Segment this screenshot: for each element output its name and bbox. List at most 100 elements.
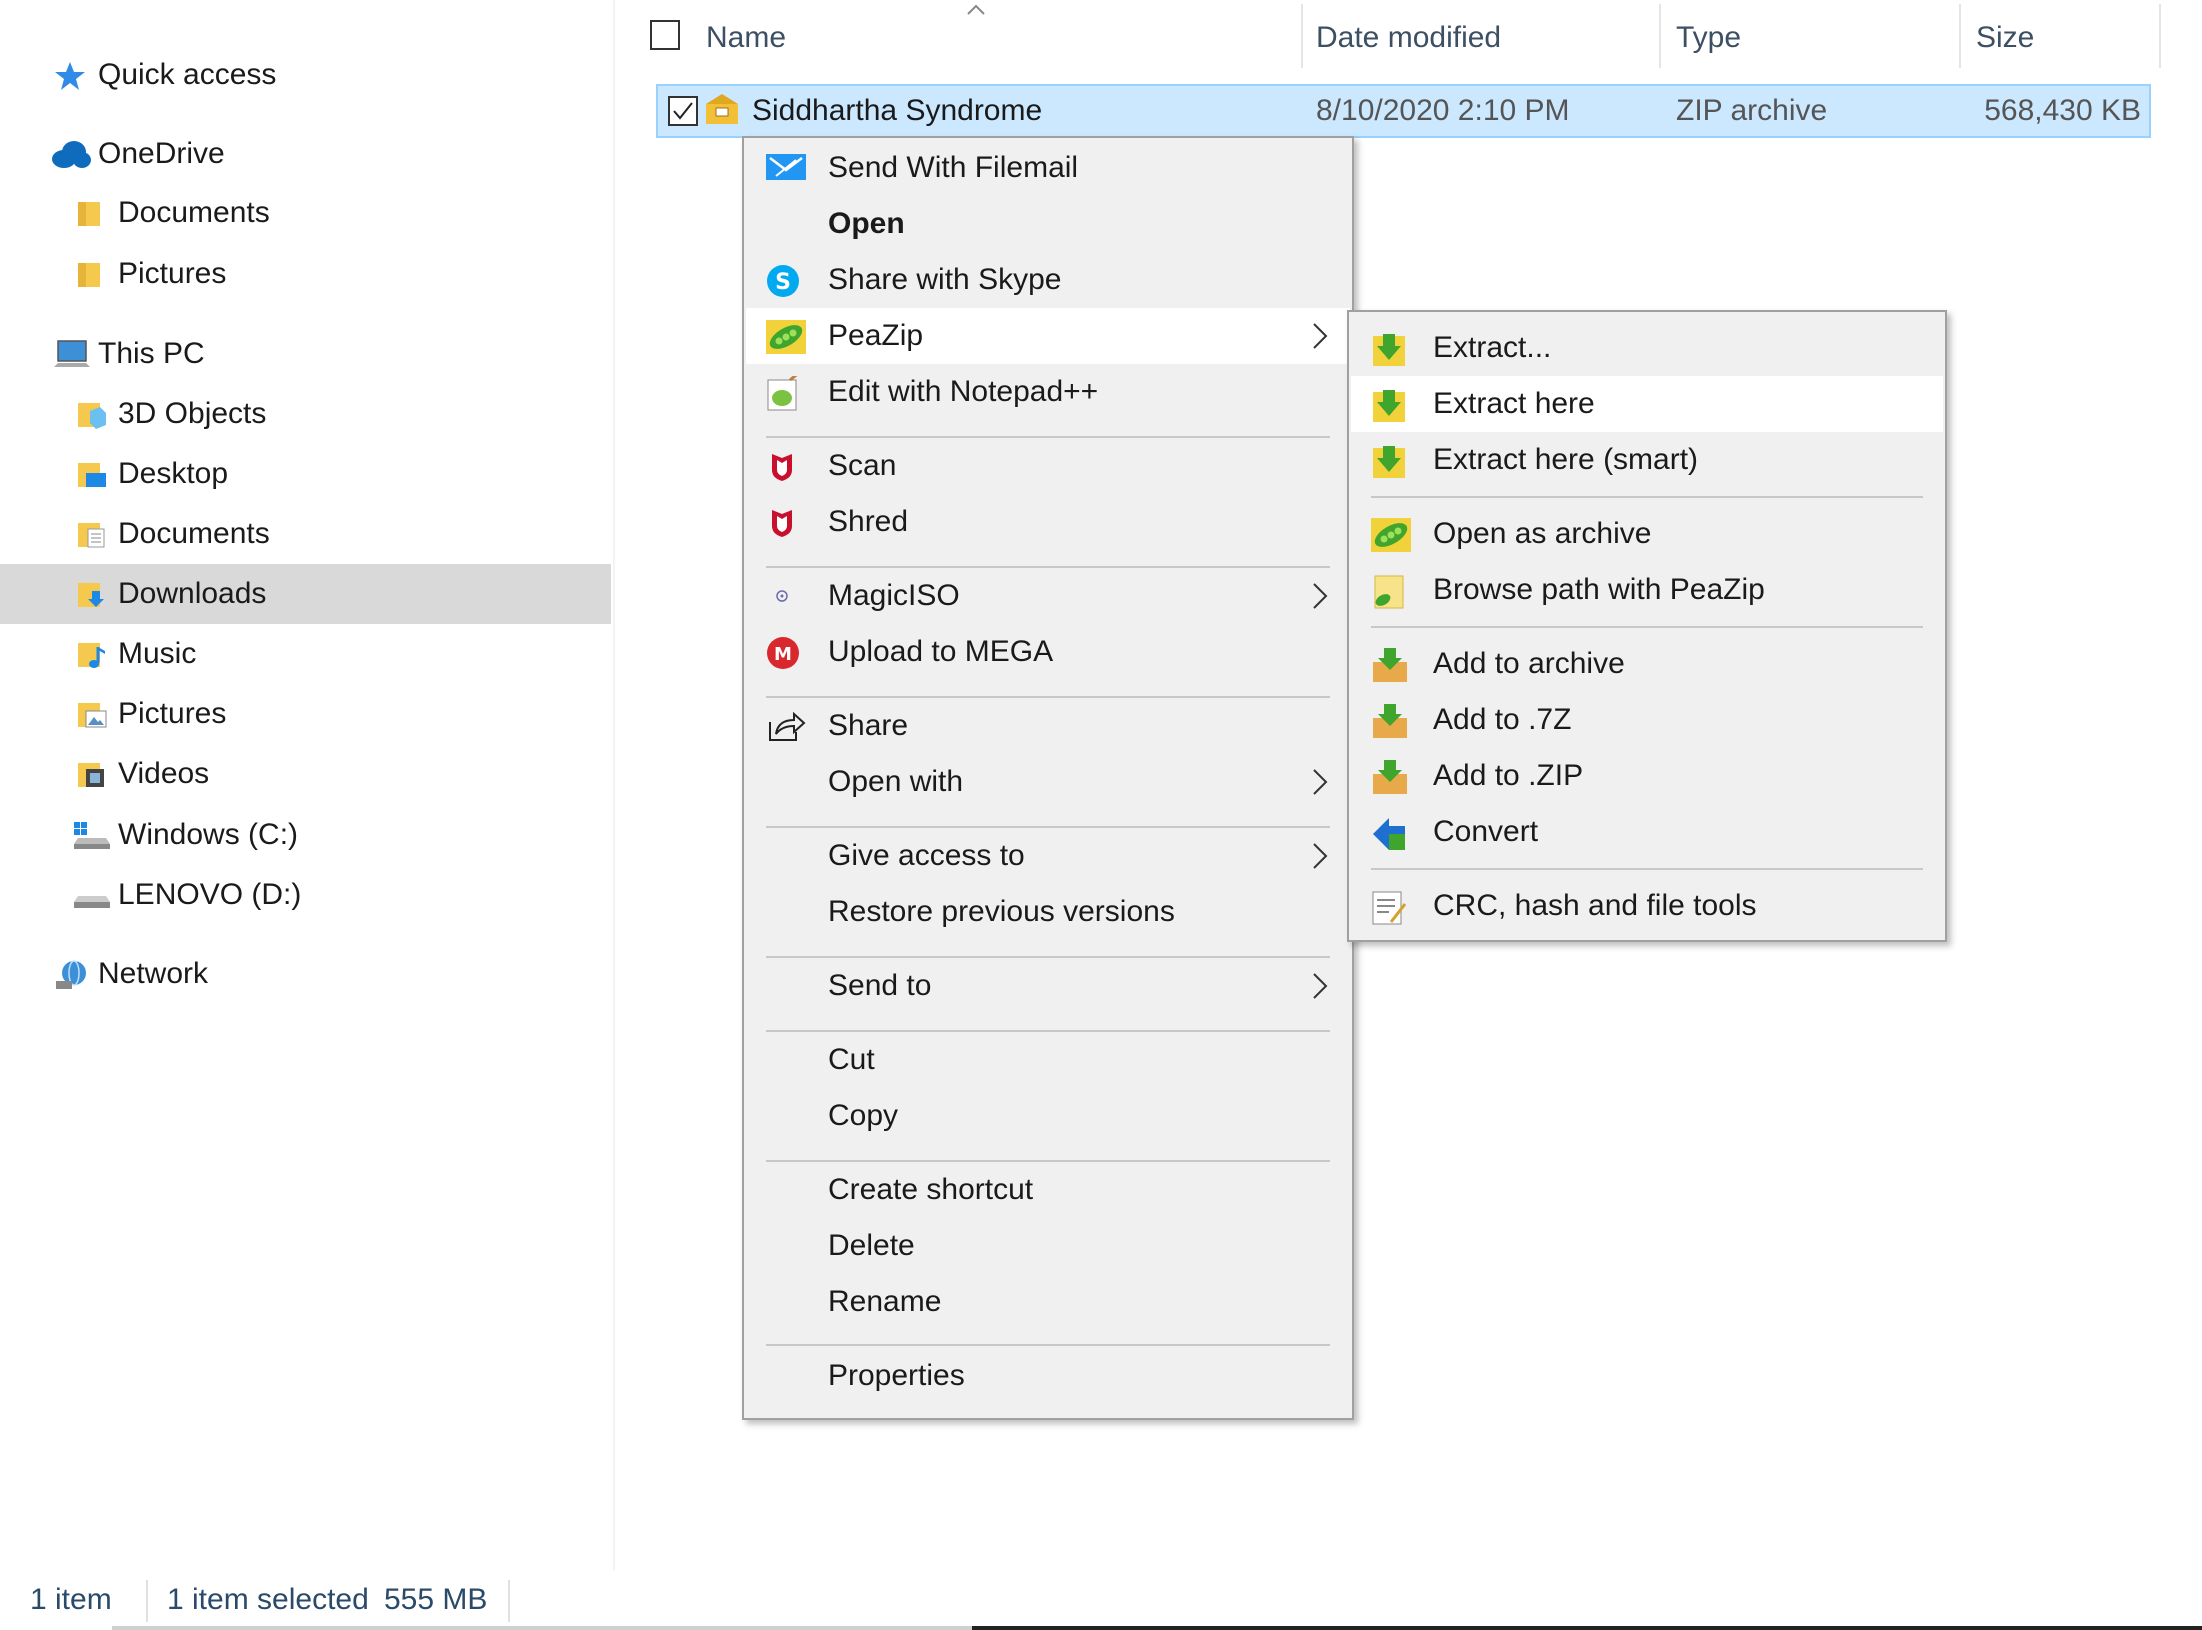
nav-item-onedrive-pictures[interactable]: Pictures xyxy=(0,244,611,304)
submenu-item-extract-here[interactable]: Extract here xyxy=(1351,376,1943,432)
nav-item-label: LENOVO (D:) xyxy=(118,878,302,911)
column-divider[interactable] xyxy=(1301,4,1303,68)
nav-item-3d-objects[interactable]: 3D Objects xyxy=(0,384,611,444)
submenu-item-crc-hash-tools[interactable]: CRC, hash and file tools xyxy=(1351,878,1943,934)
menu-item-label: Open xyxy=(828,207,905,240)
menu-item-scan[interactable]: Scan xyxy=(746,438,1350,494)
menu-item-label: Send With Filemail xyxy=(828,151,1079,184)
column-divider[interactable] xyxy=(1659,4,1661,68)
add-archive-icon xyxy=(1373,760,1407,794)
submenu-item-label: Extract... xyxy=(1433,331,1552,364)
nav-item-label: 3D Objects xyxy=(118,397,267,430)
context-menu: Send With Filemail Open S Share with Sky… xyxy=(742,136,1354,1420)
nav-item-music[interactable]: Music xyxy=(0,624,611,684)
menu-item-label: Share with Skype xyxy=(828,263,1062,296)
status-selection-size: 555 MB xyxy=(384,1583,488,1616)
submenu-item-convert[interactable]: Convert xyxy=(1351,804,1943,860)
menu-item-upload-to-mega[interactable]: M Upload to MEGA xyxy=(746,624,1350,680)
chevron-right-icon xyxy=(1313,769,1328,795)
status-divider xyxy=(508,1580,510,1622)
menu-item-edit-with-notepadpp[interactable]: Edit with Notepad++ xyxy=(746,364,1350,420)
submenu-item-extract[interactable]: Extract... xyxy=(1351,320,1943,376)
nav-item-lenovo-d[interactable]: LENOVO (D:) xyxy=(0,865,611,925)
menu-item-label: PeaZip xyxy=(828,319,924,352)
menu-item-open[interactable]: Open xyxy=(746,196,1350,252)
nav-item-pictures[interactable]: Pictures xyxy=(0,684,611,744)
mcafee-icon xyxy=(772,454,792,481)
desktop-folder-icon xyxy=(78,463,106,487)
menu-item-shred[interactable]: Shred xyxy=(746,494,1350,550)
menu-item-label: MagicISO xyxy=(828,579,960,612)
pictures-folder-icon xyxy=(78,703,107,728)
menu-item-restore-previous-versions[interactable]: Restore previous versions xyxy=(746,884,1350,940)
menu-item-rename[interactable]: Rename xyxy=(746,1274,1350,1330)
file-row[interactable]: Siddhartha Syndrome 8/10/2020 2:10 PM ZI… xyxy=(656,84,2151,138)
submenu-item-open-as-archive[interactable]: Open as archive xyxy=(1351,506,1943,562)
menu-item-cut[interactable]: Cut xyxy=(746,1032,1350,1088)
submenu-item-browse-path[interactable]: Browse path with PeaZip xyxy=(1351,562,1943,618)
nav-item-quick-access[interactable]: Quick access xyxy=(0,45,611,105)
column-header-name[interactable]: Name xyxy=(706,21,786,55)
submenu-item-add-to-7z[interactable]: Add to .7Z xyxy=(1351,692,1943,748)
menu-item-share[interactable]: Share xyxy=(746,698,1350,754)
nav-item-onedrive[interactable]: OneDrive xyxy=(0,124,611,184)
row-checkbox[interactable] xyxy=(668,96,698,126)
nav-item-label: This PC xyxy=(98,337,205,370)
nav-item-documents[interactable]: Documents xyxy=(0,504,611,564)
pane-divider[interactable] xyxy=(613,0,615,1570)
menu-item-label: Send to xyxy=(828,969,932,1002)
menu-item-open-with[interactable]: Open with xyxy=(746,754,1350,810)
submenu-item-add-to-zip[interactable]: Add to .ZIP xyxy=(1351,748,1943,804)
documents-folder-icon xyxy=(78,523,105,548)
nav-item-label: Videos xyxy=(118,757,210,790)
chevron-right-icon xyxy=(1313,843,1328,869)
nav-item-label: Windows (C:) xyxy=(118,818,299,851)
nav-item-videos[interactable]: Videos xyxy=(0,744,611,804)
star-icon xyxy=(55,62,85,90)
submenu-item-label: Add to .ZIP xyxy=(1433,759,1584,792)
menu-item-send-with-filemail[interactable]: Send With Filemail xyxy=(746,140,1350,196)
nav-item-desktop[interactable]: Desktop xyxy=(0,444,611,504)
menu-item-label: Cut xyxy=(828,1043,875,1076)
nav-item-network[interactable]: Network xyxy=(0,944,611,1004)
skype-icon: S xyxy=(767,265,799,297)
cloud-icon xyxy=(52,141,91,168)
menu-item-send-to[interactable]: Send to xyxy=(746,958,1350,1014)
menu-item-copy[interactable]: Copy xyxy=(746,1088,1350,1144)
chevron-right-icon xyxy=(1313,323,1328,349)
submenu-item-add-to-archive[interactable]: Add to archive xyxy=(1351,636,1943,692)
submenu-item-extract-here-smart[interactable]: Extract here (smart) xyxy=(1351,432,1943,488)
submenu-item-label: Extract here (smart) xyxy=(1433,443,1699,476)
nav-item-downloads[interactable]: Downloads xyxy=(0,564,611,624)
drive-icon xyxy=(74,896,110,908)
status-selection: 1 item selected xyxy=(167,1583,369,1616)
nav-item-windows-c[interactable]: Windows (C:) xyxy=(0,805,611,865)
menu-item-magiciso[interactable]: MagicISO xyxy=(746,568,1350,624)
column-divider[interactable] xyxy=(1959,4,1961,68)
menu-item-share-with-skype[interactable]: S Share with Skype xyxy=(746,252,1350,308)
menu-item-peazip[interactable]: PeaZip xyxy=(746,308,1350,364)
window-bottom-edge xyxy=(972,1626,2202,1630)
menu-item-label: Open with xyxy=(828,765,964,798)
menu-item-label: Shred xyxy=(828,505,909,538)
music-folder-icon xyxy=(78,643,105,668)
column-header-type[interactable]: Type xyxy=(1676,21,1741,55)
submenu-item-label: Add to .7Z xyxy=(1433,703,1572,736)
menu-item-label: Copy xyxy=(828,1099,899,1132)
menu-item-give-access-to[interactable]: Give access to xyxy=(746,828,1350,884)
menu-item-delete[interactable]: Delete xyxy=(746,1218,1350,1274)
column-header-date-modified[interactable]: Date modified xyxy=(1316,21,1501,55)
menu-item-label: Rename xyxy=(828,1285,942,1318)
add-archive-icon xyxy=(1373,648,1407,682)
nav-item-onedrive-documents[interactable]: Documents xyxy=(0,183,611,243)
add-archive-icon xyxy=(1373,704,1407,738)
menu-item-properties[interactable]: Properties xyxy=(746,1348,1350,1404)
column-divider[interactable] xyxy=(2159,4,2161,68)
column-header-size[interactable]: Size xyxy=(1976,21,2034,55)
select-all-checkbox[interactable] xyxy=(650,20,680,50)
menu-item-create-shortcut[interactable]: Create shortcut xyxy=(746,1162,1350,1218)
nav-item-this-pc[interactable]: This PC xyxy=(0,324,611,384)
peazip-folder-icon xyxy=(1374,575,1404,609)
folder-icon xyxy=(78,202,100,226)
submenu-item-label: CRC, hash and file tools xyxy=(1433,889,1757,922)
